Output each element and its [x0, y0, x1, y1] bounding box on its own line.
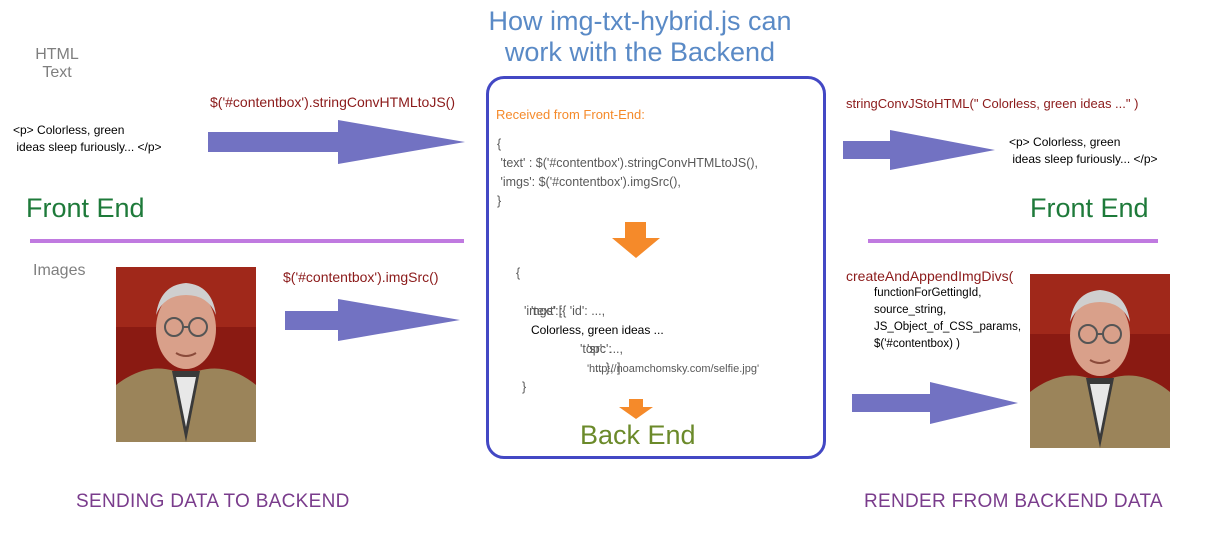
footer-left-caption: SENDING DATA TO BACKEND — [76, 491, 350, 512]
arrow-left-bottom — [285, 299, 460, 341]
right-imgs-call-name: createAndAppendImgDivs( — [846, 268, 1014, 284]
portrait-photo-left — [116, 267, 256, 442]
right-imgs-call-args: functionForGettingId, source_string, JS_… — [874, 287, 1022, 350]
arrow-right-top — [843, 130, 995, 170]
right-text-call: stringConvJStoHTML(" Colorless, green id… — [846, 96, 1139, 111]
backend-open-brace: { — [516, 266, 521, 280]
portrait-right-image — [1030, 274, 1170, 448]
footer-right-caption: RENDER FROM BACKEND DATA — [864, 491, 1163, 512]
portrait-left-image — [116, 267, 256, 442]
right-html-snippet: <p> Colorless, green ideas sleep furious… — [1009, 135, 1158, 166]
backend-box — [486, 76, 826, 459]
portrait-photo-right — [1030, 274, 1170, 448]
arrow-left-top — [208, 120, 465, 164]
received-code: { 'text' : $('#contentbox').stringConvHT… — [497, 137, 759, 208]
backend-end-line: ... }, ] — [592, 361, 621, 375]
received-label: Received from Front-End: — [496, 107, 645, 122]
back-end-label: Back End — [580, 420, 696, 450]
backend-top-line: 'top': ..., — [580, 342, 623, 356]
arrow-right-bottom — [852, 382, 1018, 424]
backend-imgs-line: 'imgs':[{ 'id': ..., — [524, 304, 606, 318]
backend-close-brace: } — [522, 380, 527, 394]
